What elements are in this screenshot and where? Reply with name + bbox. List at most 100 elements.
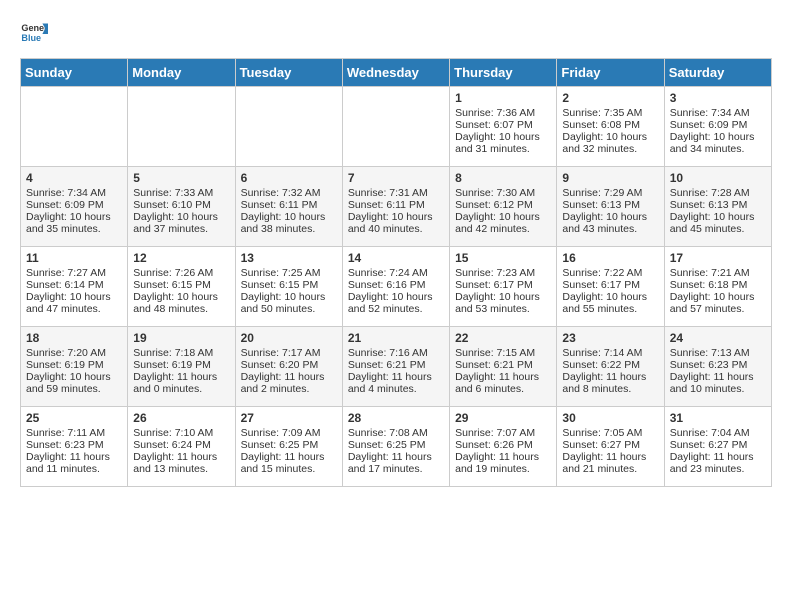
day-number: 23 xyxy=(562,331,658,345)
logo: General Blue xyxy=(20,20,52,48)
cell-text: Sunrise: 7:29 AM xyxy=(562,187,658,199)
cell-text: Daylight: 10 hours and 48 minutes. xyxy=(133,291,229,315)
cell-text: Daylight: 10 hours and 35 minutes. xyxy=(26,211,122,235)
calendar-cell xyxy=(21,87,128,167)
calendar-cell: 21Sunrise: 7:16 AMSunset: 6:21 PMDayligh… xyxy=(342,327,449,407)
cell-text: Sunrise: 7:28 AM xyxy=(670,187,766,199)
calendar-cell: 1Sunrise: 7:36 AMSunset: 6:07 PMDaylight… xyxy=(450,87,557,167)
cell-text: Daylight: 10 hours and 45 minutes. xyxy=(670,211,766,235)
cell-text: Daylight: 10 hours and 43 minutes. xyxy=(562,211,658,235)
cell-text: Sunrise: 7:26 AM xyxy=(133,267,229,279)
cell-text: Sunset: 6:14 PM xyxy=(26,279,122,291)
cell-text: Sunset: 6:25 PM xyxy=(241,439,337,451)
cell-text: Sunset: 6:21 PM xyxy=(455,359,551,371)
day-number: 22 xyxy=(455,331,551,345)
cell-text: Sunset: 6:27 PM xyxy=(562,439,658,451)
day-number: 28 xyxy=(348,411,444,425)
day-number: 24 xyxy=(670,331,766,345)
calendar-cell: 6Sunrise: 7:32 AMSunset: 6:11 PMDaylight… xyxy=(235,167,342,247)
cell-text: Daylight: 10 hours and 55 minutes. xyxy=(562,291,658,315)
day-number: 14 xyxy=(348,251,444,265)
cell-text: Sunset: 6:17 PM xyxy=(562,279,658,291)
cell-text: Sunrise: 7:11 AM xyxy=(26,427,122,439)
day-header-tuesday: Tuesday xyxy=(235,59,342,87)
cell-text: Sunset: 6:16 PM xyxy=(348,279,444,291)
day-header-thursday: Thursday xyxy=(450,59,557,87)
svg-text:Blue: Blue xyxy=(21,33,41,43)
cell-text: Daylight: 11 hours and 6 minutes. xyxy=(455,371,551,395)
cell-text: Sunrise: 7:30 AM xyxy=(455,187,551,199)
calendar-cell: 4Sunrise: 7:34 AMSunset: 6:09 PMDaylight… xyxy=(21,167,128,247)
cell-text: Sunset: 6:15 PM xyxy=(133,279,229,291)
calendar-cell: 12Sunrise: 7:26 AMSunset: 6:15 PMDayligh… xyxy=(128,247,235,327)
cell-text: Daylight: 11 hours and 4 minutes. xyxy=(348,371,444,395)
calendar-cell: 8Sunrise: 7:30 AMSunset: 6:12 PMDaylight… xyxy=(450,167,557,247)
week-row-3: 11 Sunrise: 7:27 AMSunset: 6:14 PM Dayligh… xyxy=(21,247,772,327)
cell-text: Daylight: 11 hours and 13 minutes. xyxy=(133,451,229,475)
cell-text: Daylight: 11 hours and 23 minutes. xyxy=(670,451,766,475)
cell-text: Sunrise: 7:16 AM xyxy=(348,347,444,359)
day-header-wednesday: Wednesday xyxy=(342,59,449,87)
calendar-cell: 5Sunrise: 7:33 AMSunset: 6:10 PMDaylight… xyxy=(128,167,235,247)
cell-text: Daylight: 11 hours and 17 minutes. xyxy=(348,451,444,475)
cell-text: Sunrise: 7:05 AM xyxy=(562,427,658,439)
cell-text: Sunset: 6:23 PM xyxy=(26,439,122,451)
calendar-cell: 11Sunrise: 7:27 AMSunset: 6:14 PMDayligh… xyxy=(21,247,128,327)
cell-text: Sunset: 6:08 PM xyxy=(562,119,658,131)
cell-text: Sunset: 6:12 PM xyxy=(455,199,551,211)
cell-text: Sunset: 6:25 PM xyxy=(348,439,444,451)
cell-text: Sunset: 6:13 PM xyxy=(562,199,658,211)
calendar-cell: 30Sunrise: 7:05 AMSunset: 6:27 PMDayligh… xyxy=(557,407,664,487)
cell-text: Sunset: 6:17 PM xyxy=(455,279,551,291)
cell-text: Daylight: 10 hours and 53 minutes. xyxy=(455,291,551,315)
week-row-4: 18Sunrise: 7:20 AMSunset: 6:19 PMDayligh… xyxy=(21,327,772,407)
cell-text: Sunrise: 7:15 AM xyxy=(455,347,551,359)
calendar-cell: 10Sunrise: 7:28 AMSunset: 6:13 PMDayligh… xyxy=(664,167,771,247)
calendar-cell: 9Sunrise: 7:29 AMSunset: 6:13 PMDaylight… xyxy=(557,167,664,247)
day-header-monday: Monday xyxy=(128,59,235,87)
cell-text: Sunset: 6:07 PM xyxy=(455,119,551,131)
day-number: 5 xyxy=(133,171,229,185)
cell-text: Daylight: 10 hours and 40 minutes. xyxy=(348,211,444,235)
calendar-header-row: SundayMondayTuesdayWednesdayThursdayFrid… xyxy=(21,59,772,87)
calendar-cell: 27Sunrise: 7:09 AMSunset: 6:25 PMDayligh… xyxy=(235,407,342,487)
cell-text: Daylight: 11 hours and 8 minutes. xyxy=(562,371,658,395)
day-number: 1 xyxy=(455,91,551,105)
cell-text: Sunset: 6:20 PM xyxy=(241,359,337,371)
cell-text: Sunrise: 7:32 AM xyxy=(241,187,337,199)
calendar-cell: 2Sunrise: 7:35 AMSunset: 6:08 PMDaylight… xyxy=(557,87,664,167)
cell-text: Daylight: 10 hours and 57 minutes. xyxy=(670,291,766,315)
day-number: 30 xyxy=(562,411,658,425)
week-row-1: 1Sunrise: 7:36 AMSunset: 6:07 PMDaylight… xyxy=(21,87,772,167)
cell-text: Sunrise: 7:13 AM xyxy=(670,347,766,359)
cell-text: Sunrise: 7:07 AM xyxy=(455,427,551,439)
cell-text: Daylight: 11 hours and 19 minutes. xyxy=(455,451,551,475)
day-number: 7 xyxy=(348,171,444,185)
calendar-cell: 13Sunrise: 7:25 AMSunset: 6:15 PMDayligh… xyxy=(235,247,342,327)
cell-text: Sunset: 6:23 PM xyxy=(670,359,766,371)
calendar-cell xyxy=(128,87,235,167)
cell-text: Sunrise: 7:31 AM xyxy=(348,187,444,199)
day-number: 17 xyxy=(670,251,766,265)
day-header-saturday: Saturday xyxy=(664,59,771,87)
cell-text: Sunrise: 7:09 AM xyxy=(241,427,337,439)
cell-text: Sunrise: 7:27 AM xyxy=(26,267,122,279)
calendar-cell: 23Sunrise: 7:14 AMSunset: 6:22 PMDayligh… xyxy=(557,327,664,407)
cell-text: Sunrise: 7:34 AM xyxy=(670,107,766,119)
day-number: 26 xyxy=(133,411,229,425)
cell-text: Daylight: 10 hours and 31 minutes. xyxy=(455,131,551,155)
day-number: 29 xyxy=(455,411,551,425)
calendar-cell: 20Sunrise: 7:17 AMSunset: 6:20 PMDayligh… xyxy=(235,327,342,407)
cell-text: Daylight: 10 hours and 50 minutes. xyxy=(241,291,337,315)
cell-text: Daylight: 11 hours and 10 minutes. xyxy=(670,371,766,395)
calendar-cell xyxy=(342,87,449,167)
cell-text: Daylight: 10 hours and 52 minutes. xyxy=(348,291,444,315)
cell-text: Sunset: 6:11 PM xyxy=(348,199,444,211)
calendar-cell: 14Sunrise: 7:24 AMSunset: 6:16 PMDayligh… xyxy=(342,247,449,327)
cell-text: Sunrise: 7:08 AM xyxy=(348,427,444,439)
day-number: 11 xyxy=(26,251,122,265)
day-number: 15 xyxy=(455,251,551,265)
cell-text: Sunrise: 7:14 AM xyxy=(562,347,658,359)
cell-text: Sunset: 6:24 PM xyxy=(133,439,229,451)
calendar-cell: 15Sunrise: 7:23 AMSunset: 6:17 PMDayligh… xyxy=(450,247,557,327)
